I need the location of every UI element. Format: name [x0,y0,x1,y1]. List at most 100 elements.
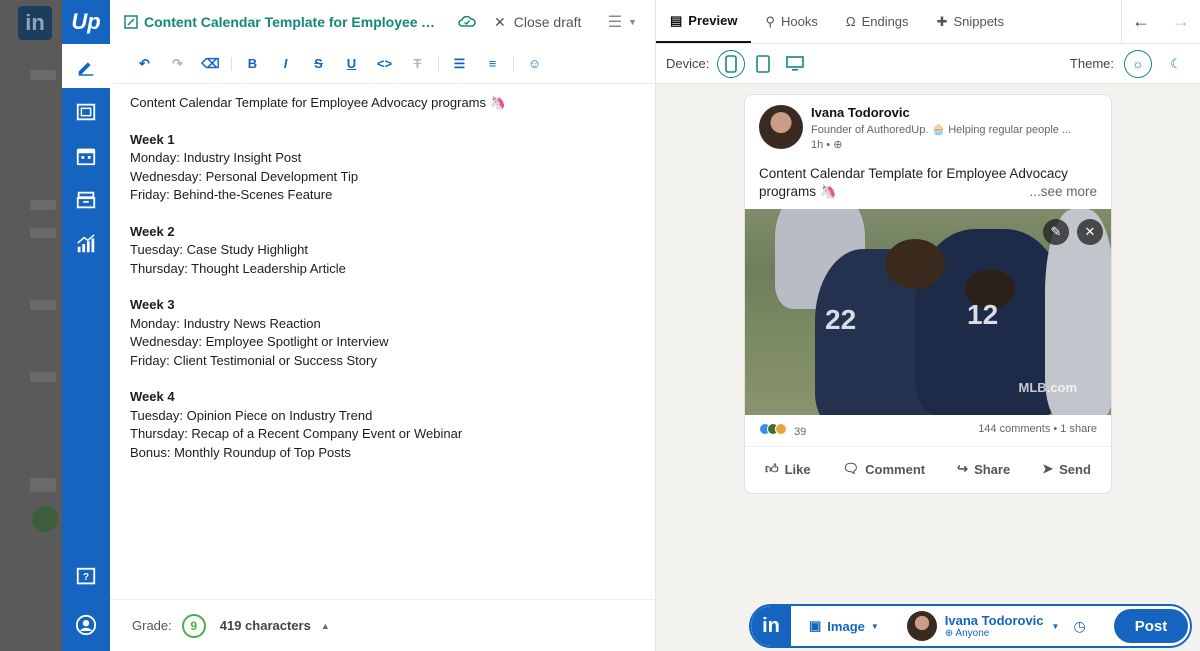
account-selector[interactable]: Ivana Todorovic ⊕ Anyone ▼ [906,611,1059,641]
nav-profile[interactable] [62,603,110,647]
draft-title-text: Content Calendar Template for Employee A… [144,14,444,30]
tab-preview[interactable]: ▤ Preview [656,0,752,43]
chevron-down-icon: ▼ [870,621,879,631]
edit-image-button[interactable]: ✎ [1043,219,1069,245]
post-actions: 👍︎ Like 🗨︎ Comment ↪ Share ➤ Send [745,447,1111,491]
insightful-reaction-icon [775,423,787,435]
bg-ghost [30,70,56,80]
reaction-icons [759,423,787,435]
pen-icon [78,62,94,76]
arrow-left-icon[interactable]: ← [1132,11,1150,32]
see-more-link[interactable]: ...see more [1029,183,1097,201]
clear-format-icon[interactable]: T [401,51,434,77]
text-line: Tuesday: Opinion Piece on Industry Trend [130,407,373,423]
sun-icon[interactable]: ☼ [1124,49,1152,78]
redo-icon[interactable]: ↷ [161,51,194,77]
action-label: Comment [865,461,926,477]
image-media-dropdown[interactable]: ▣ Image ▼ [809,618,879,634]
desktop-device-icon[interactable] [781,50,809,78]
archive-icon [76,191,96,209]
account-name: Ivana Todorovic [944,612,1044,628]
post-stats: 39 144 comments • 1 share [745,415,1111,447]
omega-icon: Ω [845,14,856,29]
image-figure: 12 [967,299,999,330]
post-button[interactable]: Post [1114,609,1188,643]
close-draft-label: Close draft [513,14,582,30]
toolbar-divider [513,56,514,71]
thumbs-up-icon: 👍︎ [765,461,779,476]
underline-icon[interactable]: U [335,51,368,77]
editor-text-area[interactable]: Content Calendar Template for Employee A… [110,84,655,472]
nav-archive[interactable] [62,178,110,222]
comment-icon: 🗨︎ [842,461,860,476]
character-count: 419 characters [219,618,311,633]
eraser-icon[interactable]: ⌫ [194,51,227,77]
send-button[interactable]: ➤ Send [1042,461,1091,477]
tab-endings[interactable]: Ω Endings [832,0,923,43]
post-time-text: 1h • [811,139,831,151]
tab-snippets[interactable]: ✚ Snippets [923,0,1019,43]
history-nav: ← → [1121,0,1200,43]
toolbar-divider [438,56,439,71]
remove-image-button[interactable]: ✕ [1077,219,1103,245]
nav-library[interactable] [62,90,110,134]
analytics-icon [77,234,95,253]
tablet-device-icon[interactable] [749,50,777,78]
week-heading: Week 1 [130,131,175,147]
undo-icon[interactable]: ↶ [128,51,161,77]
text-line [130,278,635,296]
draft-title[interactable]: Content Calendar Template for Employee A… [124,14,444,30]
nav-help[interactable]: ? [62,555,110,599]
visibility-label: Anyone [955,627,990,639]
italic-icon[interactable]: I [269,51,302,77]
background-linkedin: in [0,0,62,651]
menu-dropdown[interactable]: ☰ ▼ [608,12,637,32]
account-info: Ivana Todorovic ⊕ Anyone [944,612,1044,639]
tab-label: Hooks [780,14,818,29]
numbered-list-icon[interactable]: ≡ [476,51,509,77]
like-button[interactable]: 👍︎ Like [765,461,811,477]
reactions[interactable]: 39 [759,423,806,438]
nav-editor[interactable] [62,44,110,88]
send-icon: ➤ [1042,461,1054,476]
image-figure: 22 [825,304,857,335]
bullet-list-icon[interactable]: ☰ [443,51,476,77]
moon-icon[interactable]: ☾ [1162,50,1190,78]
linkedin-icon: in [751,606,791,646]
comment-button[interactable]: 🗨︎ Comment [843,461,925,477]
theme-selector: Theme: ☼ ☾ [1070,49,1190,78]
user-icon [75,614,97,636]
cloud-saved-icon [458,14,476,31]
mobile-device-icon[interactable] [717,49,746,78]
nav-calendar[interactable] [62,134,110,178]
share-button[interactable]: ↪ Share [957,461,1010,477]
comments-shares[interactable]: 144 comments • 1 share [978,423,1097,438]
tab-hooks[interactable]: ⚲ Hooks [751,0,831,43]
action-label: Send [1059,461,1091,477]
action-label: Share [974,461,1011,477]
action-label: Like [784,461,811,477]
globe-icon: ⊕ [833,139,843,151]
grade-badge[interactable]: 9 [181,613,206,638]
post-text: Content Calendar Template for Employee A… [745,151,1111,209]
text-line: Thursday: Recap of a Recent Company Even… [130,426,463,442]
calendar-icon [76,148,96,166]
emoji-icon[interactable]: ☺ [518,51,551,77]
media-label: Image [827,618,865,634]
bold-icon[interactable]: B [236,51,269,77]
linkedin-post-preview: Ivana Todorovic Founder of AuthoredUp. 🧁… [744,94,1112,494]
code-icon[interactable]: <> [368,51,401,77]
globe-icon: ⊕ [944,627,954,639]
authoredup-logo[interactable]: Up [62,0,110,44]
nav-analytics[interactable] [62,222,110,266]
text-line: Monday: Industry News Reaction [130,315,321,331]
caret-up-icon[interactable]: ▲ [321,621,330,631]
strikethrough-icon[interactable]: S [302,51,335,77]
schedule-clock-icon[interactable]: ◷ [1073,618,1085,635]
device-selector: Device: Theme: ☼ ☾ [656,44,1200,84]
hook-icon: ⚲ [765,13,775,29]
close-icon: ✕ [494,13,506,30]
bg-ghost [32,506,58,532]
close-draft-button[interactable]: ✕ Close draft [494,14,581,31]
arrow-right-icon[interactable]: → [1172,11,1190,32]
